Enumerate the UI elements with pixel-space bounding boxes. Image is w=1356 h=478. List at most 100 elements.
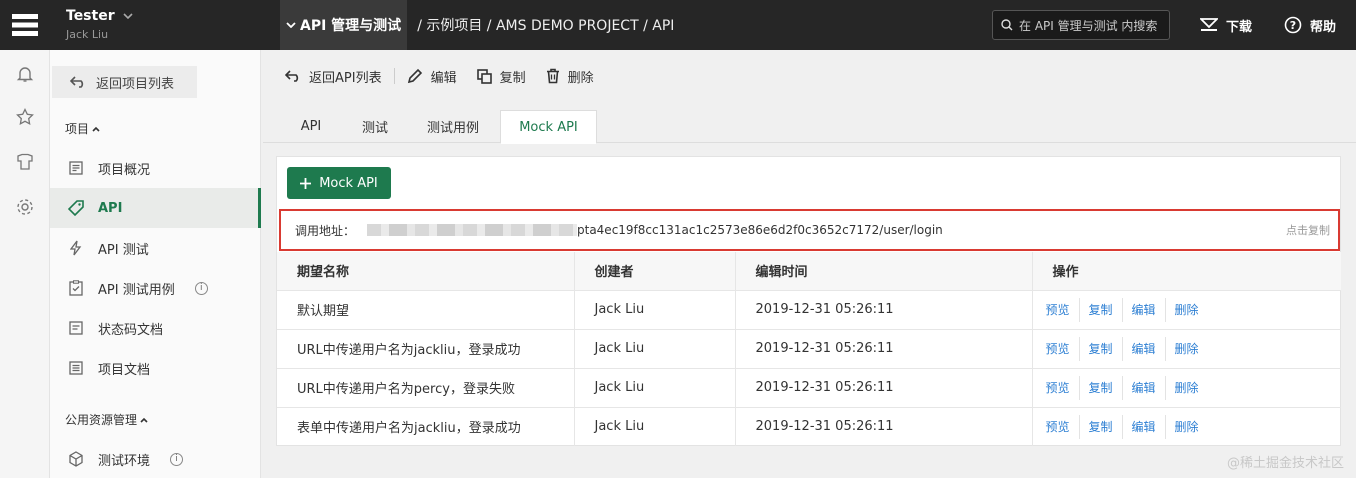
section-public-label: 公用资源管理 bbox=[65, 413, 138, 427]
preview-link[interactable]: 预览 bbox=[1037, 297, 1080, 322]
copy-label: 复制 bbox=[499, 70, 526, 86]
sidebar-item-overview[interactable]: 项目概况 bbox=[50, 148, 261, 188]
edit-label: 编辑 bbox=[430, 70, 457, 86]
bell-icon[interactable] bbox=[15, 64, 35, 84]
creator: Jack Liu bbox=[574, 290, 736, 330]
preview-link[interactable]: 预览 bbox=[1037, 336, 1080, 361]
add-mock-api-button[interactable]: Mock API bbox=[287, 167, 391, 199]
breadcrumb-current-label: API 管理与测试 bbox=[300, 18, 402, 34]
copy-link[interactable]: 复制 bbox=[1080, 375, 1123, 400]
download-icon bbox=[1200, 18, 1218, 31]
table-row[interactable]: 默认期望 Jack Liu 2019-12-31 05:26:11 预览 复制 编辑… bbox=[277, 290, 1341, 330]
delete-link[interactable]: 删除 bbox=[1166, 376, 1208, 400]
section-project[interactable]: 项目 bbox=[65, 120, 100, 137]
list-doc-icon bbox=[68, 360, 84, 376]
column-header: 操作 bbox=[1032, 252, 1341, 291]
search-icon bbox=[1001, 19, 1013, 31]
api-tabs: API 测试 测试用例 Mock API bbox=[263, 110, 1356, 144]
gear-icon[interactable] bbox=[15, 197, 35, 217]
copy-link[interactable]: 复制 bbox=[1080, 297, 1123, 322]
icon-rail bbox=[0, 50, 50, 478]
download-label: 下载 bbox=[1226, 19, 1253, 35]
edit-link[interactable]: 编辑 bbox=[1123, 336, 1166, 361]
plus-icon bbox=[300, 177, 312, 189]
back-to-projects-label: 返回项目列表 bbox=[96, 76, 175, 92]
tab-testcase[interactable]: 测试用例 bbox=[415, 110, 491, 143]
column-header: 期望名称 bbox=[277, 252, 575, 291]
redacted-host bbox=[367, 224, 577, 236]
svg-text:?: ? bbox=[1290, 19, 1296, 32]
row-actions: 预览 复制 编辑 删除 bbox=[1032, 368, 1341, 408]
pencil-icon bbox=[407, 68, 422, 84]
user-switcher[interactable]: Tester Jack Liu bbox=[66, 8, 133, 41]
copy-link[interactable]: 复制 bbox=[1080, 414, 1123, 439]
sidebar-item-api[interactable]: API bbox=[50, 188, 261, 228]
preview-link[interactable]: 预览 bbox=[1037, 375, 1080, 400]
table-row[interactable]: URL中传递用户名为jackliu，登录成功 Jack Liu 2019-12-… bbox=[277, 329, 1341, 369]
sidebar-item-label: API 测试 bbox=[98, 242, 149, 258]
edit-time: 2019-12-31 05:26:11 bbox=[735, 407, 1033, 446]
sidebar-item-api-test[interactable]: API 测试 bbox=[50, 228, 261, 268]
app-logo[interactable] bbox=[0, 0, 50, 50]
tab-mock-api[interactable]: Mock API bbox=[500, 110, 597, 144]
expectation-table: 期望名称 创建者 编辑时间 操作 默认期望 Jack Liu 2019-12-3… bbox=[277, 252, 1341, 446]
top-bar: Tester Jack Liu API 管理与测试 / 示例项目 / AMS D… bbox=[0, 0, 1356, 50]
edit-time: 2019-12-31 05:26:11 bbox=[735, 368, 1033, 408]
table-row[interactable]: URL中传递用户名为percy，登录失败 Jack Liu 2019-12-31… bbox=[277, 368, 1341, 408]
back-to-projects-button[interactable]: 返回项目列表 bbox=[52, 66, 197, 98]
delete-link[interactable]: 删除 bbox=[1166, 415, 1208, 439]
breadcrumb-current[interactable]: API 管理与测试 bbox=[280, 0, 408, 50]
edit-link[interactable]: 编辑 bbox=[1123, 414, 1166, 439]
breadcrumb-path[interactable]: / 示例项目 / AMS DEMO PROJECT / API bbox=[407, 15, 674, 35]
expectation-name: 默认期望 bbox=[277, 290, 575, 330]
user-name: Tester bbox=[66, 8, 115, 24]
shirt-icon[interactable] bbox=[15, 152, 35, 172]
info-icon[interactable]: i bbox=[194, 281, 208, 295]
copy-address-link[interactable]: 点击复制 bbox=[1286, 222, 1330, 238]
table-row[interactable]: 表单中传递用户名为jackliu，登录成功 Jack Liu 2019-12-3… bbox=[277, 407, 1341, 446]
back-to-api-list-button[interactable]: 返回API列表 bbox=[285, 67, 382, 86]
delete-button[interactable]: 删除 bbox=[546, 67, 594, 86]
sidebar-item-label: 项目文档 bbox=[98, 362, 151, 378]
delete-link[interactable]: 删除 bbox=[1166, 298, 1208, 322]
section-public[interactable]: 公用资源管理 bbox=[65, 411, 148, 428]
info-icon[interactable]: i bbox=[170, 452, 184, 466]
sidebar-item-api-testcase[interactable]: API 测试用例 i bbox=[50, 268, 261, 308]
sidebar-item-test-env[interactable]: 测试环境 i bbox=[50, 439, 261, 478]
sidebar-item-label: 测试环境 bbox=[98, 453, 151, 469]
copy-link[interactable]: 复制 bbox=[1080, 336, 1123, 361]
star-icon[interactable] bbox=[15, 107, 35, 127]
tab-api[interactable]: API bbox=[285, 110, 337, 143]
search-placeholder: 在 API 管理与测试 内搜索 bbox=[1019, 18, 1158, 33]
sidebar-item-project-doc[interactable]: 项目文档 bbox=[50, 348, 261, 388]
expectation-name: 表单中传递用户名为jackliu，登录成功 bbox=[277, 407, 575, 446]
sidebar-item-label: API bbox=[98, 200, 123, 216]
undo-icon bbox=[70, 76, 84, 88]
creator: Jack Liu bbox=[574, 368, 736, 408]
api-toolbar: 返回API列表 编辑 复制 删除 bbox=[285, 62, 594, 90]
column-header: 创建者 bbox=[574, 252, 736, 291]
lightning-icon bbox=[68, 240, 84, 256]
preview-link[interactable]: 预览 bbox=[1037, 414, 1080, 439]
search-input[interactable]: 在 API 管理与测试 内搜索 bbox=[992, 10, 1170, 40]
section-project-label: 项目 bbox=[65, 122, 90, 136]
chevron-down-icon bbox=[123, 13, 133, 19]
delete-link[interactable]: 删除 bbox=[1166, 337, 1208, 361]
expectation-name: URL中传递用户名为jackliu，登录成功 bbox=[277, 329, 575, 369]
sidebar-item-label: 状态码文档 bbox=[98, 322, 164, 338]
help-label: 帮助 bbox=[1310, 19, 1337, 35]
row-actions: 预览 复制 编辑 删除 bbox=[1032, 407, 1341, 446]
mock-panel: Mock API 调用地址： pta4ec19f8cc131ac1c2573e8… bbox=[276, 156, 1341, 446]
edit-button[interactable]: 编辑 bbox=[407, 67, 457, 86]
mock-address-label: 调用地址： bbox=[295, 223, 356, 238]
copy-button[interactable]: 复制 bbox=[476, 67, 526, 86]
help-button[interactable]: ? 帮助 bbox=[1284, 0, 1336, 50]
edit-link[interactable]: 编辑 bbox=[1123, 375, 1166, 400]
breadcrumb: API 管理与测试 / 示例项目 / AMS DEMO PROJECT / AP… bbox=[280, 0, 674, 50]
sidebar-item-status-doc[interactable]: 状态码文档 bbox=[50, 308, 261, 348]
edit-link[interactable]: 编辑 bbox=[1123, 297, 1166, 322]
row-actions: 预览 复制 编辑 删除 bbox=[1032, 329, 1341, 369]
download-button[interactable]: 下载 bbox=[1200, 0, 1252, 50]
tab-test[interactable]: 测试 bbox=[349, 110, 401, 143]
mock-address-url: pta4ec19f8cc131ac1c2573e86e6d2f0c3652c71… bbox=[577, 223, 943, 237]
